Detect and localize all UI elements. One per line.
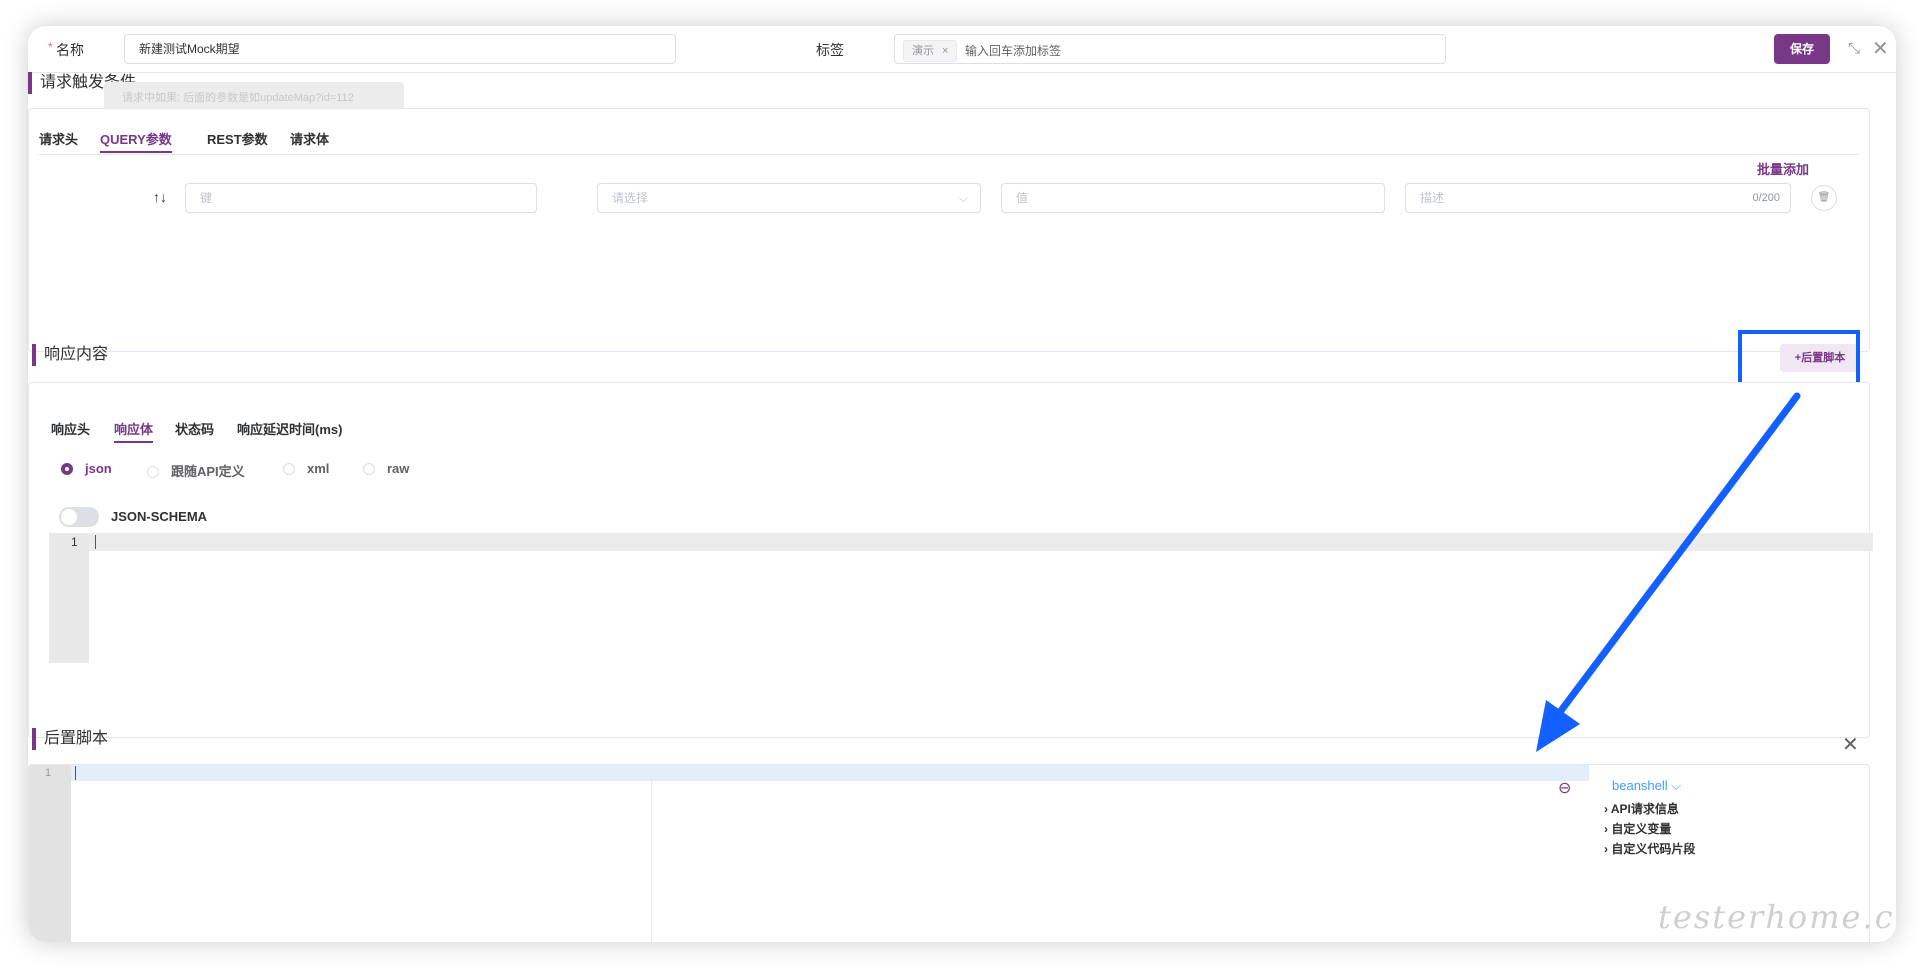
annotation-arrow-head [1536,700,1580,752]
annotation-arrow [1536,392,1801,752]
annotation-arrow-shaft [1556,392,1801,716]
